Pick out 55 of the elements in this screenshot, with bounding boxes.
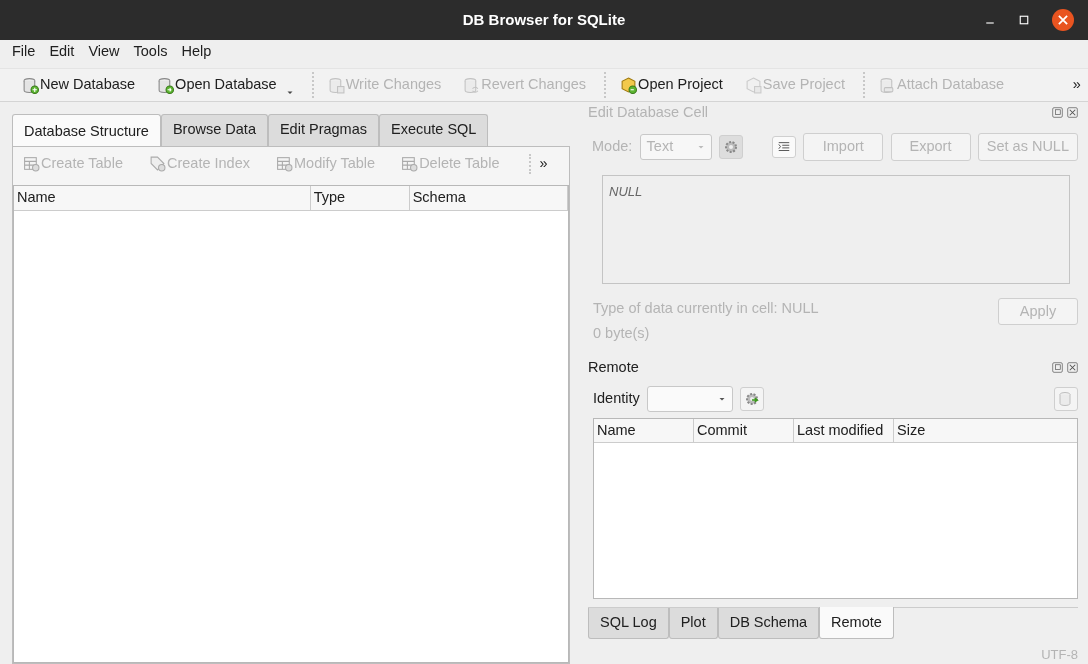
column-header[interactable]: Last modified [794, 418, 894, 443]
column-header[interactable]: Name [14, 185, 311, 210]
box-icon [620, 76, 638, 94]
tab[interactable]: DB Schema [717, 607, 820, 639]
column-header[interactable]: Schema [409, 185, 568, 210]
tab[interactable]: Edit Pragmas [267, 114, 379, 146]
window-title: DB Browser for SQLite [462, 9, 626, 30]
box-icon [744, 76, 762, 94]
menu-item[interactable]: Tools [133, 41, 168, 63]
float-icon[interactable] [1052, 107, 1064, 119]
menu-item[interactable]: View [88, 41, 120, 63]
word-wrap-button[interactable] [772, 135, 797, 158]
close-icon[interactable] [1051, 9, 1074, 31]
table-icon [23, 155, 40, 173]
tab[interactable]: Execute SQL [379, 114, 489, 146]
size-info: 0 byte(s) [593, 324, 651, 344]
menu-item[interactable]: Help [181, 41, 212, 63]
panel-title: Remote [588, 357, 639, 377]
overflow-button[interactable]: » [1072, 74, 1081, 96]
menu-item[interactable]: Edit [49, 41, 75, 63]
settings-button[interactable] [718, 134, 743, 159]
table-icon [401, 155, 419, 173]
tab[interactable]: Browse Data [160, 114, 268, 146]
gear-icon [744, 390, 761, 407]
type-info: Type of data currently in cell: NULL [593, 298, 819, 318]
column-header[interactable]: Type [310, 185, 410, 210]
gear-icon [722, 138, 739, 155]
tab[interactable]: Plot [668, 607, 718, 639]
tab[interactable]: Database Structure [12, 114, 161, 147]
panel-title: Edit Database Cell [588, 103, 709, 122]
menu-item[interactable]: File [12, 41, 36, 63]
toolbar-button[interactable]: Open Project [604, 72, 727, 98]
tab[interactable]: SQL Log [588, 607, 669, 639]
table-icon [276, 155, 293, 173]
column-header[interactable]: Name [594, 418, 694, 443]
float-icon[interactable] [1052, 362, 1064, 374]
list-icon [777, 139, 792, 154]
database-icon [1058, 390, 1074, 407]
status-text: UTF-8 [1041, 645, 1078, 664]
database-icon [22, 76, 39, 94]
mode-label: Mode: [592, 136, 633, 156]
overflow-button[interactable]: » [539, 152, 548, 175]
database-icon [327, 76, 345, 94]
maximize-icon[interactable] [1017, 14, 1030, 26]
settings-button[interactable] [740, 386, 765, 411]
database-icon [157, 76, 175, 94]
column-header[interactable]: Commit [694, 418, 794, 443]
toolbar-button[interactable]: New Database [18, 72, 140, 98]
database-icon [463, 76, 481, 94]
tag-icon [148, 155, 166, 173]
column-header[interactable]: Size [894, 418, 1074, 443]
database-icon [878, 76, 896, 94]
tab[interactable]: Remote [819, 606, 894, 639]
identity-label: Identity [593, 388, 640, 408]
toolbar-button[interactable]: Open Database [153, 72, 298, 98]
